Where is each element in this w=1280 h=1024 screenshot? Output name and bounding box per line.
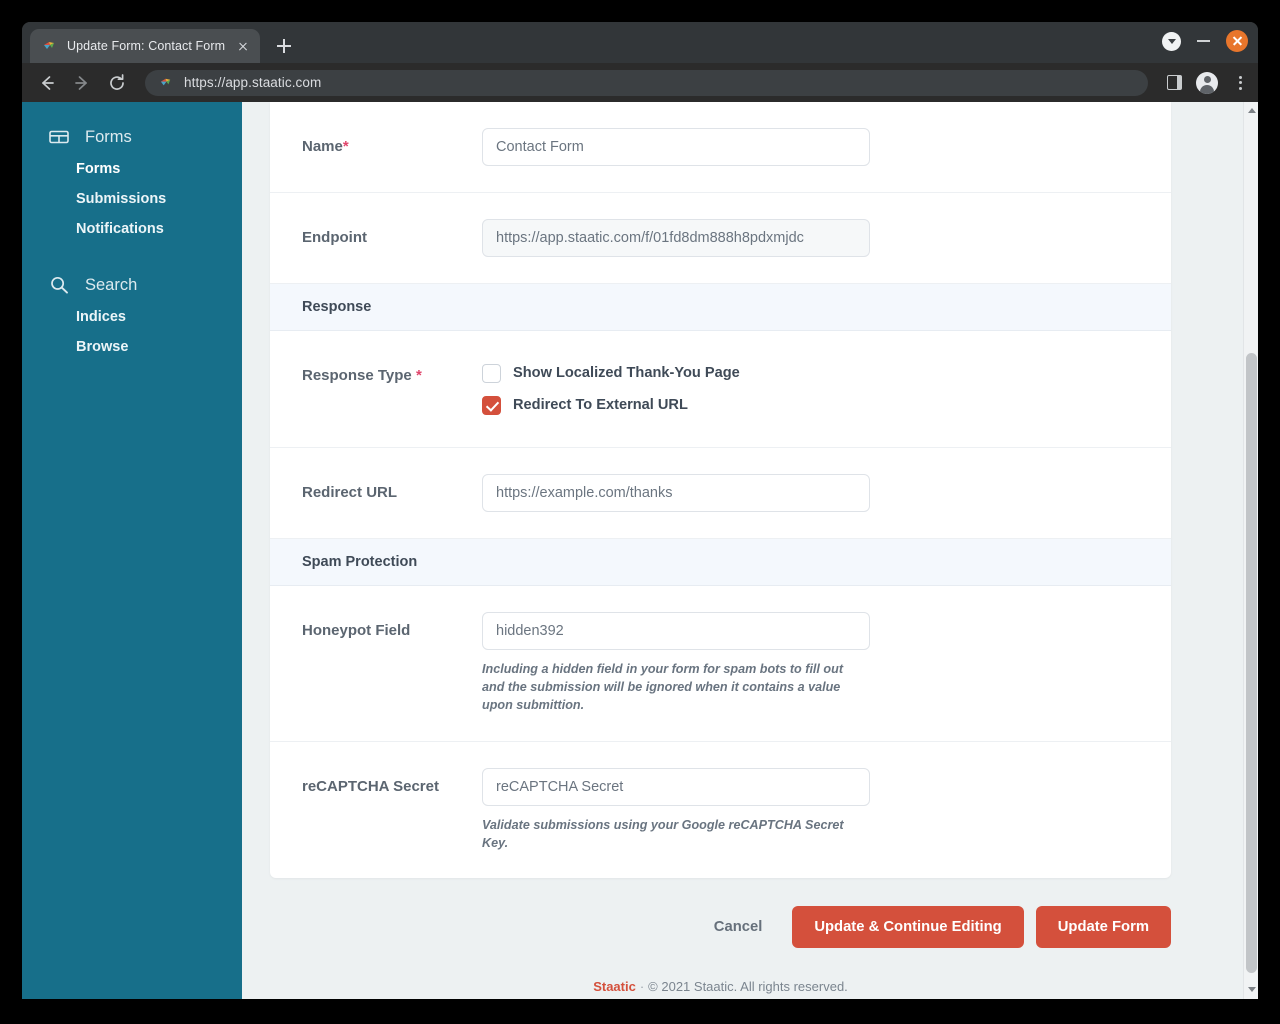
label-redirect-url: Redirect URL — [302, 484, 398, 501]
window-controls — [1162, 30, 1248, 52]
label-name-text: Name — [302, 138, 343, 155]
checkbox-show-localized-thankyou[interactable] — [482, 363, 501, 383]
update-form-button[interactable]: Update Form — [1035, 906, 1171, 949]
field-row-name: Name* Contact Form — [270, 102, 1171, 193]
field-row-endpoint: Endpoint https://app.staatic.com/f/01fd8… — [270, 193, 1171, 284]
sidebar-item-indices[interactable]: Indices — [22, 302, 242, 332]
name-input[interactable]: Contact Form — [482, 128, 870, 166]
scroll-down-arrow-icon[interactable] — [1244, 983, 1258, 997]
checkbox-row-redirect[interactable]: Redirect To External URL — [482, 389, 1139, 421]
sidebar: Forms Forms Submissions Notifications Se… — [22, 102, 242, 999]
label-recaptcha-secret: reCAPTCHA Secret — [302, 777, 439, 795]
honeypot-help-text: Including a hidden field in your form fo… — [482, 662, 844, 712]
vertical-scrollbar[interactable] — [1243, 102, 1258, 999]
page-viewport: Forms Forms Submissions Notifications Se… — [22, 102, 1258, 999]
search-icon — [48, 274, 70, 296]
field-row-honeypot: Honeypot Field hidden392 Including a hid… — [270, 586, 1171, 742]
field-response-type: Show Localized Thank-You Page Redirect T… — [482, 357, 1139, 421]
section-header-response: Response — [270, 284, 1171, 331]
field-row-recaptcha-secret: reCAPTCHA Secret reCAPTCHA Secret Valida… — [270, 742, 1171, 879]
footer-copyright: © 2021 Staatic. All rights reserved. — [648, 979, 848, 995]
arrow-right-icon[interactable] — [71, 72, 93, 94]
required-marker: * — [415, 367, 422, 384]
checkbox-label: Show Localized Thank-You Page — [513, 365, 740, 381]
field-honeypot: hidden392 Including a hidden field in yo… — [482, 612, 1139, 715]
reload-icon[interactable] — [106, 72, 128, 94]
section-header-spam-protection: Spam Protection — [270, 539, 1171, 586]
honeypot-input[interactable]: hidden392 — [482, 612, 870, 650]
footer-brand-link[interactable]: Staatic — [593, 979, 636, 994]
label-response-type-text: Response Type — [302, 367, 412, 384]
arrow-left-icon[interactable] — [36, 72, 58, 94]
label-endpoint: Endpoint — [302, 229, 367, 246]
sidebar-item-forms[interactable]: Forms — [22, 154, 242, 184]
sidebar-group-search[interactable]: Search — [22, 268, 242, 302]
update-continue-editing-button[interactable]: Update & Continue Editing — [792, 906, 1024, 949]
minimize-icon[interactable] — [1197, 40, 1210, 42]
field-row-response-type: Response Type * Show Localized Thank-You… — [270, 331, 1171, 448]
checkbox-redirect-external-url[interactable] — [482, 395, 501, 415]
sidebar-group-label: Forms — [85, 127, 132, 146]
side-panel-icon[interactable] — [1167, 75, 1182, 90]
form-card: Name* Contact Form Endpoint https://app.… — [270, 102, 1171, 879]
page-footer: Staatic · © 2021 Staatic. All rights reser… — [270, 948, 1171, 994]
checkbox-label: Redirect To External URL — [513, 397, 688, 413]
endpoint-input[interactable]: https://app.staatic.com/f/01fd8dm888h8pd… — [482, 219, 870, 257]
browser-toolbar-actions — [1167, 71, 1248, 94]
address-bar-url: https://app.staatic.com — [184, 75, 322, 90]
forms-table-icon — [48, 126, 70, 148]
cancel-button[interactable]: Cancel — [696, 907, 781, 947]
field-recaptcha-secret: reCAPTCHA Secret Validate submissions us… — [482, 767, 1139, 853]
account-avatar-icon[interactable] — [1196, 71, 1218, 94]
browser-toolbar: https://app.staatic.com — [22, 63, 1258, 102]
sidebar-item-notifications[interactable]: Notifications — [22, 214, 242, 244]
plus-icon[interactable] — [270, 32, 298, 60]
scroll-up-arrow-icon[interactable] — [1244, 104, 1258, 118]
browser-tab[interactable]: Update Form: Contact Form | — [30, 29, 260, 63]
label-response-type: Response Type * — [302, 357, 482, 421]
label-name: Name* — [302, 128, 482, 166]
scrollbar-thumb[interactable] — [1246, 353, 1257, 973]
required-marker: * — [342, 138, 349, 155]
browser-window: Update Form: Contact Form | https://app.… — [22, 22, 1258, 999]
recaptcha-secret-input[interactable]: reCAPTCHA Secret — [482, 767, 870, 806]
sidebar-item-submissions[interactable]: Submissions — [22, 184, 242, 214]
address-bar[interactable]: https://app.staatic.com — [145, 69, 1148, 96]
close-icon[interactable] — [234, 37, 252, 55]
footer-separator: · — [639, 979, 645, 995]
staatic-bird-icon — [42, 38, 58, 54]
form-action-bar: Cancel Update & Continue Editing Update … — [270, 878, 1171, 949]
redirect-url-input[interactable]: https://example.com/thanks — [482, 474, 870, 512]
sidebar-item-browse[interactable]: Browse — [22, 332, 242, 362]
recaptcha-help-text: Validate submissions using your Google r… — [482, 817, 844, 850]
sidebar-group-forms[interactable]: Forms — [22, 120, 242, 154]
browser-tab-title: Update Form: Contact Form | — [67, 39, 225, 53]
field-redirect-url: https://example.com/thanks — [482, 474, 1139, 512]
three-dot-menu-icon[interactable] — [1232, 74, 1248, 92]
close-icon[interactable] — [1226, 30, 1248, 52]
checkbox-row-thankyou[interactable]: Show Localized Thank-You Page — [482, 357, 1139, 389]
main-content: Name* Contact Form Endpoint https://app.… — [242, 102, 1258, 999]
sidebar-group-label: Search — [85, 275, 138, 294]
chevron-down-icon[interactable] — [1162, 31, 1181, 51]
field-row-redirect-url: Redirect URL https://example.com/thanks — [270, 448, 1171, 539]
sidebar-divider-space — [22, 244, 242, 268]
field-name: Contact Form — [482, 128, 1139, 166]
browser-tab-strip: Update Form: Contact Form | — [22, 22, 1258, 63]
label-honeypot: Honeypot Field — [302, 622, 411, 639]
field-endpoint: https://app.staatic.com/f/01fd8dm888h8pd… — [482, 219, 1139, 257]
staatic-bird-icon — [159, 75, 174, 90]
